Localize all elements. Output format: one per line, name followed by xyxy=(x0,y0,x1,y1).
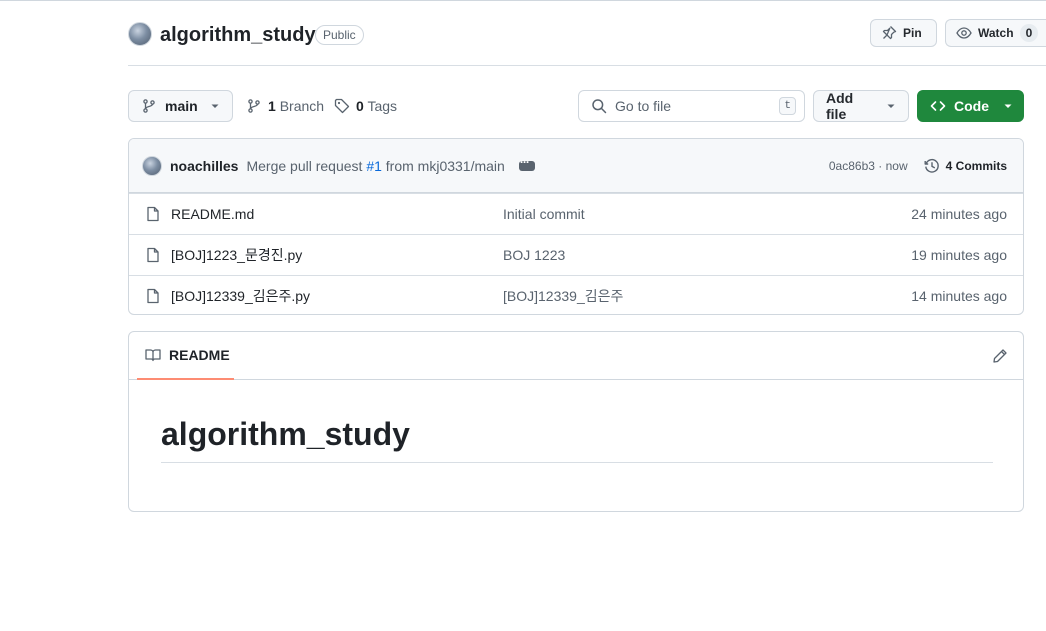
book-icon xyxy=(145,347,161,363)
repo-header: algorithm_study Public Pin Watch 0 xyxy=(128,18,1046,66)
commit-sha: 0ac86b3 xyxy=(828,158,875,173)
file-commit-message[interactable]: [BOJ]12339_김은주 xyxy=(503,286,911,306)
tag-icon xyxy=(334,98,350,114)
git-branch-icon xyxy=(141,98,157,114)
pencil-icon xyxy=(992,348,1008,364)
latest-commit-bar: noachilles Merge pull request #1 from mk… xyxy=(129,139,1023,193)
branch-name: main xyxy=(165,98,198,114)
file-name[interactable]: README.md xyxy=(171,206,503,222)
readme-tabbar: README xyxy=(129,332,1023,380)
top-divider xyxy=(0,0,1046,1)
readme-panel: README algorithm_study xyxy=(128,331,1024,512)
pin-label: Pin xyxy=(903,26,922,40)
file-icon xyxy=(145,288,161,304)
code-label: Code xyxy=(954,98,989,114)
file-name[interactable]: [BOJ]12339_김은주.py xyxy=(171,286,503,306)
watch-label: Watch xyxy=(978,26,1014,40)
commit-meta: 0ac86b3 · now 4 Commits xyxy=(829,158,1007,174)
tab-readme[interactable]: README xyxy=(137,332,234,380)
search-shortcut-key: t xyxy=(779,97,796,115)
pull-request-link[interactable]: #1 xyxy=(366,158,382,174)
commits-label: Commits xyxy=(955,158,1007,173)
commit-message-prefix: Merge pull request xyxy=(246,157,363,174)
file-updated-time: 19 minutes ago xyxy=(911,247,1007,263)
file-browser: noachilles Merge pull request #1 from mk… xyxy=(128,138,1024,315)
commit-time: now xyxy=(885,158,908,173)
caret-down-icon xyxy=(886,101,896,111)
file-commit-message[interactable]: BOJ 1223 xyxy=(503,247,911,263)
tags-link[interactable]: 0 Tags xyxy=(334,90,397,122)
code-icon xyxy=(930,98,946,114)
branch-selector[interactable]: main xyxy=(128,90,233,122)
edit-readme-button[interactable] xyxy=(991,347,1009,365)
eye-icon xyxy=(956,25,972,41)
caret-down-icon xyxy=(1003,101,1013,111)
commits-count: 4 xyxy=(945,158,953,173)
search-placeholder: Go to file xyxy=(615,98,672,114)
expand-commit-message-button[interactable] xyxy=(518,155,535,171)
owner-avatar[interactable] xyxy=(128,22,152,46)
branches-label: Branch xyxy=(279,98,325,114)
watch-button[interactable]: Watch 0 xyxy=(945,19,1046,47)
branches-link[interactable]: 1 Branch xyxy=(246,90,324,122)
readme-heading: algorithm_study xyxy=(161,416,993,463)
code-button[interactable]: Code xyxy=(917,90,1024,122)
visibility-badge: Public xyxy=(315,25,364,45)
file-icon xyxy=(145,247,161,263)
commit-message-suffix: from mkj0331/main xyxy=(385,157,505,174)
file-icon xyxy=(145,206,161,222)
file-commit-message[interactable]: Initial commit xyxy=(503,206,911,222)
branches-count: 1 xyxy=(268,98,276,114)
add-file-button[interactable]: Add file xyxy=(813,90,909,122)
watch-count: 0 xyxy=(1019,24,1039,42)
git-branch-icon xyxy=(246,98,262,114)
commit-author[interactable]: noachilles xyxy=(170,158,238,174)
file-row[interactable]: [BOJ]12339_김은주.py [BOJ]12339_김은주 14 minu… xyxy=(129,275,1023,314)
pin-icon xyxy=(881,25,897,41)
tags-count: 0 xyxy=(356,98,364,114)
pin-button[interactable]: Pin xyxy=(870,19,937,47)
commit-separator: · xyxy=(878,158,883,173)
add-file-label: Add file xyxy=(826,90,854,122)
commits-history-link[interactable]: 4 Commits xyxy=(924,158,1007,174)
repo-name[interactable]: algorithm_study xyxy=(160,22,316,48)
file-row[interactable]: [BOJ]1223_문경진.py BOJ 1223 19 minutes ago xyxy=(129,234,1023,275)
caret-down-icon xyxy=(210,101,220,111)
commit-sha-time[interactable]: 0ac86b3 · now xyxy=(829,159,908,173)
file-updated-time: 24 minutes ago xyxy=(911,206,1007,222)
commit-message[interactable]: Merge pull request #1 from mkj0331/main xyxy=(246,158,504,174)
search-icon xyxy=(591,98,607,114)
file-name[interactable]: [BOJ]1223_문경진.py xyxy=(171,245,503,265)
go-to-file-input[interactable]: Go to file t xyxy=(578,90,805,122)
commit-author-avatar[interactable] xyxy=(142,155,162,176)
tags-label: Tags xyxy=(367,98,398,114)
history-icon xyxy=(924,158,940,174)
file-updated-time: 14 minutes ago xyxy=(911,288,1007,304)
readme-tab-label: README xyxy=(169,347,230,363)
file-row[interactable]: README.md Initial commit 24 minutes ago xyxy=(129,193,1023,234)
